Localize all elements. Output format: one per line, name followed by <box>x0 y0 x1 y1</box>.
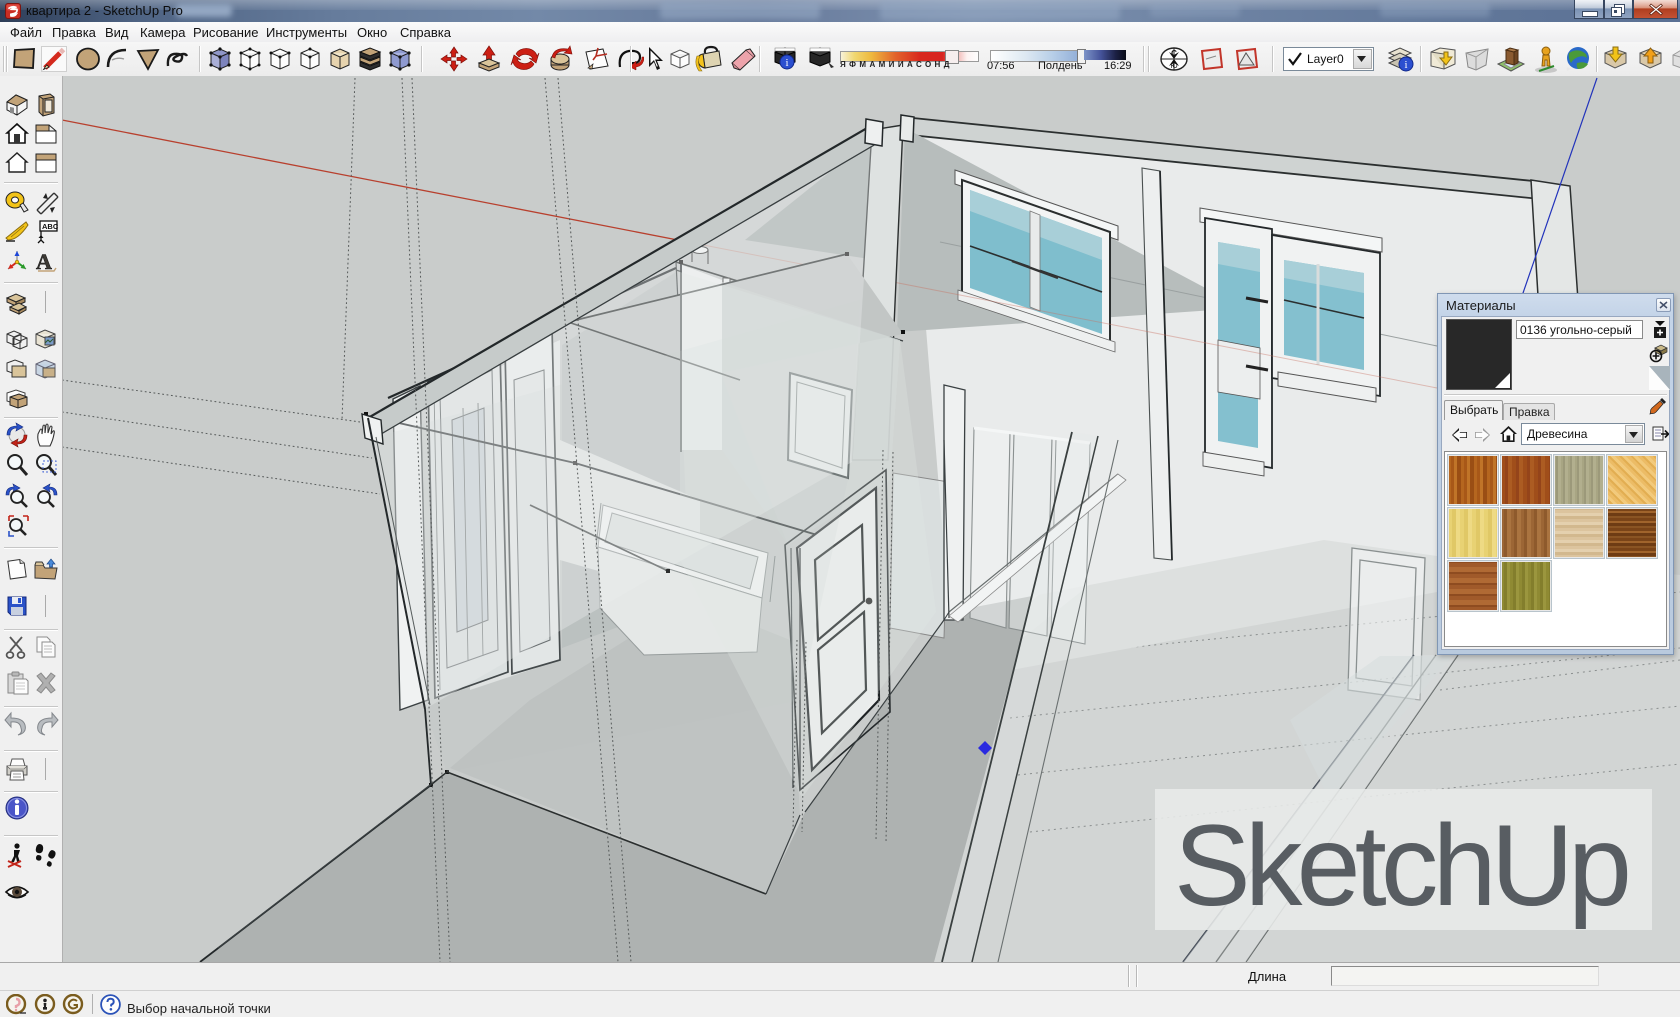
svg-text:Ю: Ю <box>1170 63 1177 70</box>
svg-text:ABC: ABC <box>42 222 59 231</box>
svg-text:A: A <box>36 249 52 274</box>
svg-text:С: С <box>1171 49 1177 58</box>
svg-text:i: i <box>785 57 788 69</box>
svg-text:i: i <box>1404 59 1407 71</box>
svg-text:SketchUp: SketchUp <box>1174 802 1632 930</box>
